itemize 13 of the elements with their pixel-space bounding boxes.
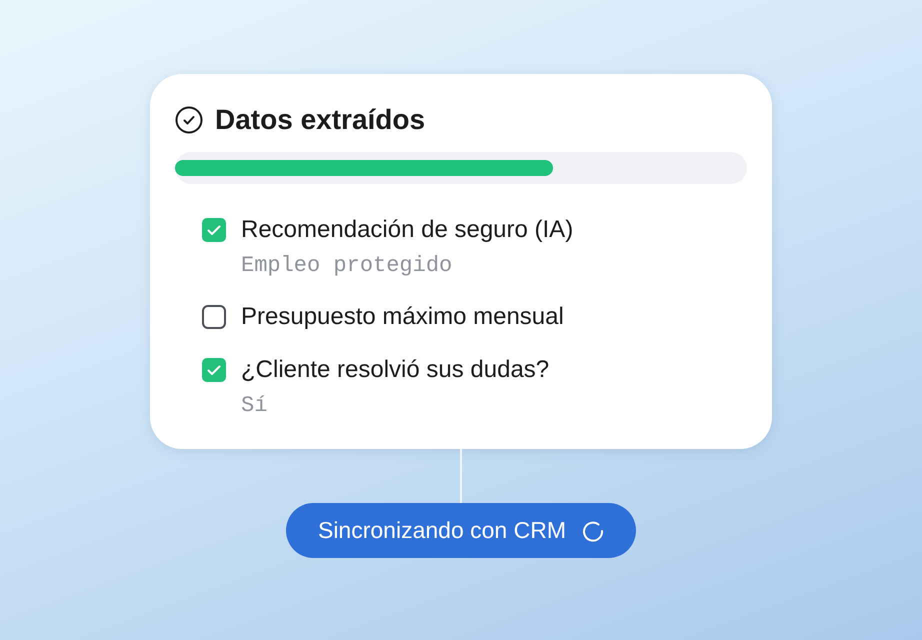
field-label: ¿Cliente resolvió sus dudas? bbox=[241, 355, 550, 385]
checkbox-checked-icon[interactable] bbox=[202, 358, 226, 382]
field-value: Sí bbox=[241, 393, 268, 419]
field-label: Presupuesto máximo mensual bbox=[241, 302, 564, 332]
check-circle-icon bbox=[175, 106, 203, 134]
checkbox-empty-icon[interactable] bbox=[202, 305, 226, 329]
card-title: Datos extraídos bbox=[215, 103, 426, 137]
sync-button[interactable]: Sincronizando con CRM bbox=[286, 503, 636, 558]
field-value: Empleo protegido bbox=[241, 253, 452, 279]
spinner-icon bbox=[582, 520, 604, 542]
connector-line bbox=[460, 449, 462, 503]
checkbox-checked-icon[interactable] bbox=[202, 218, 226, 242]
field-label: Recomendación de seguro (IA) bbox=[241, 215, 574, 245]
